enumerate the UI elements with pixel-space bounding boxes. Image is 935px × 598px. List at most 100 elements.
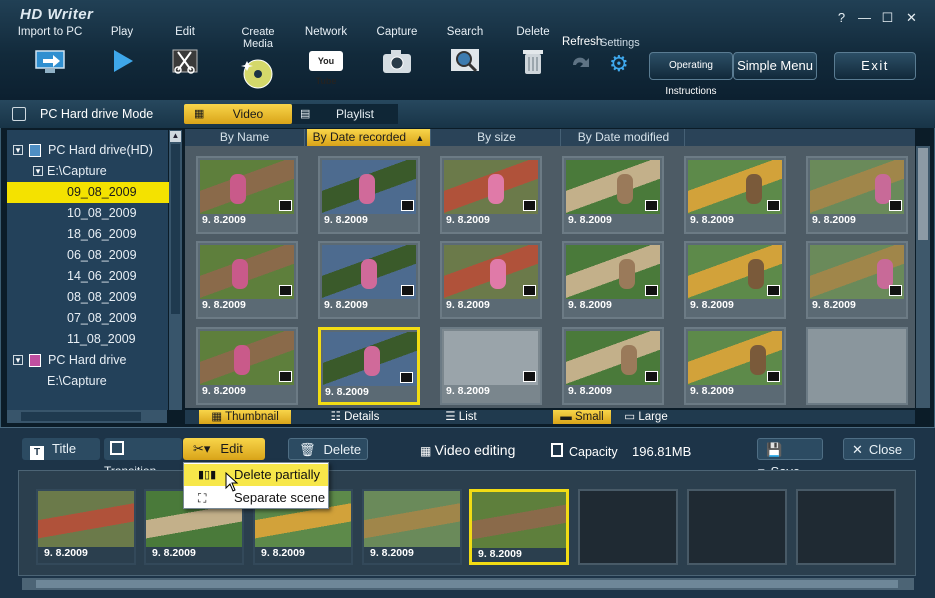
video-thumbnail[interactable]: 9. 8.2009 [562, 241, 664, 319]
video-thumbnail[interactable]: 9. 8.2009 [196, 156, 298, 234]
close-button[interactable]: ✕ Close [843, 438, 915, 460]
tab-playlist-label: Playlist [335, 107, 374, 121]
scroll-up-icon[interactable]: ▲ [170, 131, 181, 142]
timeline-clip[interactable]: 9. 8.2009 [469, 489, 569, 565]
collapse-icon[interactable]: ▾ [13, 355, 23, 365]
view-list[interactable]: ☰ List [419, 410, 503, 424]
thumbnail-date: 9. 8.2009 [446, 385, 490, 397]
menu-item-delete-partially[interactable]: ▮▯▮ Delete partially [184, 464, 328, 486]
film-icon: ▦ [194, 108, 205, 120]
operating-instructions-button[interactable]: Operating Instructions [649, 52, 733, 97]
tree-root-hd[interactable]: ▾ PC Hard drive(HD) [7, 140, 169, 161]
maximize-icon[interactable]: ☐ [878, 9, 897, 27]
hd-badge-icon [279, 285, 292, 296]
scroll-thumb[interactable] [171, 144, 180, 314]
scroll-thumb[interactable] [918, 148, 928, 240]
empty-clip-slot[interactable] [796, 489, 896, 565]
help-icon[interactable]: ? [832, 9, 851, 27]
view-thumbnail[interactable]: ▦ Thumbnail [199, 410, 291, 424]
video-thumbnail[interactable]: 9. 8.2009 [440, 327, 542, 405]
details-icon: ☷ [330, 411, 345, 423]
tree-vertical-scrollbar[interactable]: ▲ [169, 130, 182, 410]
empty-clip-slot[interactable] [578, 489, 678, 565]
collapse-icon[interactable]: ▾ [33, 166, 43, 176]
menu-item-separate-scene[interactable]: ⛶ Separate scene [184, 487, 328, 509]
sort-by-size[interactable]: By size [433, 129, 561, 146]
video-thumbnail[interactable]: 9. 8.2009 [684, 156, 786, 234]
exit-button[interactable]: Exit [834, 52, 916, 80]
sort-by-name[interactable]: By Name [185, 129, 305, 146]
import-to-pc-button[interactable]: Import to PC [16, 26, 84, 76]
edit-button[interactable]: Edit [166, 26, 204, 76]
video-thumbnail[interactable]: 9. 8.2009 [318, 327, 420, 405]
collapse-icon[interactable]: ▾ [13, 145, 23, 155]
grid-scrollbar[interactable] [916, 146, 930, 408]
video-thumbnail[interactable]: 9. 8.2009 [806, 156, 908, 234]
hd-badge-icon [645, 200, 658, 211]
tab-playlist[interactable]: ▤ Playlist [292, 104, 398, 124]
tree-date-folder[interactable]: 09_08_2009 [7, 182, 169, 203]
tree-folder-capture[interactable]: ▾ E:\Capture [7, 161, 169, 182]
play-button[interactable]: Play [103, 26, 141, 76]
delete-button[interactable]: Delete [511, 26, 555, 76]
video-thumbnail[interactable]: 9. 8.2009 [440, 241, 542, 319]
clip-strip-scrollbar[interactable] [22, 578, 914, 590]
tree-date-label: 09_08_2009 [67, 185, 137, 199]
video-thumbnail[interactable]: 9. 8.2009 [562, 156, 664, 234]
video-thumbnail[interactable]: 9. 8.2009 [196, 241, 298, 319]
tree-date-folder[interactable]: 06_08_2009 [7, 245, 169, 266]
tree-horizontal-scrollbar[interactable] [7, 410, 167, 423]
sort-by-date-recorded[interactable]: By Date recorded ▲ [307, 129, 431, 146]
tree-date-folder[interactable]: 08_08_2009 [7, 287, 169, 308]
scroll-thumb[interactable] [21, 412, 141, 421]
view-details[interactable]: ☷ Details [313, 410, 397, 424]
tree-root-pc[interactable]: ▾ PC Hard drive [7, 350, 169, 371]
tree-date-folder[interactable]: 14_06_2009 [7, 266, 169, 287]
tree-date-folder[interactable]: 18_06_2009 [7, 224, 169, 245]
large-icon: ▭ [624, 411, 639, 423]
video-thumbnail[interactable]: 9. 8.2009 [318, 241, 420, 319]
title-button[interactable]: T Title [22, 438, 100, 460]
close-window-icon[interactable]: ✕ [902, 9, 921, 27]
thumbnail-date: 9. 8.2009 [202, 299, 246, 311]
capture-button[interactable]: Capture [372, 26, 422, 76]
mouse-cursor-icon [225, 471, 239, 495]
minimize-icon[interactable]: — [855, 9, 874, 27]
video-thumbnail[interactable]: 9. 8.2009 [440, 156, 542, 234]
tree-date-folder[interactable]: 07_08_2009 [7, 308, 169, 329]
thumbnail-subject [364, 346, 380, 376]
timeline-clip[interactable]: 9. 8.2009 [362, 489, 462, 565]
scroll-thumb[interactable] [36, 580, 898, 588]
video-thumbnail[interactable]: 9. 8.2009 [806, 241, 908, 319]
video-thumbnail[interactable]: 9. 8.2009 [684, 241, 786, 319]
simple-menu-button[interactable]: Simple Menu [733, 52, 817, 80]
video-thumbnail[interactable]: 9. 8.2009 [318, 156, 420, 234]
transition-button[interactable]: Transition [104, 438, 182, 478]
tree-date-folder[interactable]: 10_08_2009 [7, 203, 169, 224]
size-small[interactable]: ▬ Small [553, 410, 611, 424]
thumbnail-date: 9. 8.2009 [446, 214, 490, 226]
tab-video[interactable]: ▦ Video [184, 104, 292, 124]
size-large[interactable]: ▭ Large [617, 410, 675, 424]
refresh-icon[interactable] [568, 54, 594, 79]
gear-icon[interactable]: ⚙ [609, 53, 629, 75]
video-thumbnail[interactable]: 9. 8.2009 [562, 327, 664, 405]
save-button[interactable]: 💾▾Save [757, 438, 823, 479]
create-media-button[interactable]: Create Media [226, 26, 290, 89]
network-button[interactable]: Network You Tube [302, 26, 350, 86]
edit-menu-button[interactable]: ✂▾ Edit [183, 438, 265, 460]
clip-date: 9. 8.2009 [261, 547, 305, 559]
tree-date-folder[interactable]: 11_08_2009 [7, 329, 169, 350]
video-thumbnail[interactable]: 9. 8.2009 [684, 327, 786, 405]
delete-clip-button[interactable]: 🗑 Delete [288, 438, 368, 460]
clip-image [38, 491, 134, 547]
view-thumbnail-label: Thumbnail [225, 411, 279, 423]
video-thumbnail[interactable]: 9. 8.2009 [196, 327, 298, 405]
hd-badge-icon [889, 285, 902, 296]
tree-folder-capture-2[interactable]: E:\Capture [7, 371, 169, 392]
sort-by-date-modified[interactable]: By Date modified [563, 129, 685, 146]
thumbnail-subject [359, 174, 375, 204]
search-button[interactable]: Search [442, 26, 488, 76]
empty-clip-slot[interactable] [687, 489, 787, 565]
timeline-clip[interactable]: 9. 8.2009 [36, 489, 136, 565]
